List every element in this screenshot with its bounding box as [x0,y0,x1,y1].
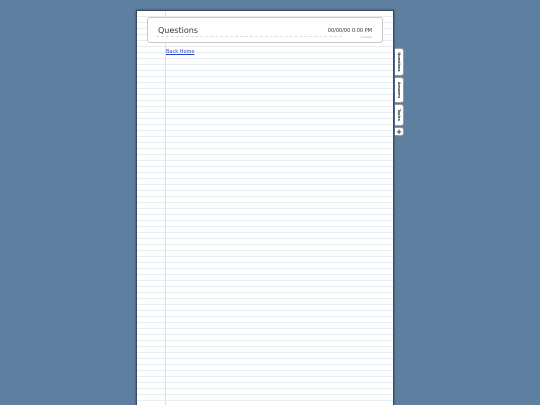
header-divider [156,36,342,37]
tab-topics[interactable]: Topics [395,104,404,126]
tab-questions-label: Questions [397,52,401,72]
page-title: Questions [158,26,198,35]
margin-line [165,11,166,405]
tab-questions[interactable]: Questions [395,48,404,76]
tab-answers-label: Answers [397,81,401,99]
page-header: Questions 00/00/00 0:00 PM 0 Views [147,17,383,43]
notebook-page: Questions 00/00/00 0:00 PM 0 Views Back … [136,10,394,405]
add-tab-button[interactable]: + [395,127,404,136]
page-subtext: 0 Views [360,35,372,39]
back-home-link[interactable]: Back Home [166,49,195,56]
side-tabs: Questions Answers Topics + [395,48,404,137]
tab-answers[interactable]: Answers [395,77,404,103]
page-datetime: 00/00/00 0:00 PM [327,28,372,34]
tab-topics-label: Topics [397,109,401,121]
plus-icon: + [396,128,402,136]
